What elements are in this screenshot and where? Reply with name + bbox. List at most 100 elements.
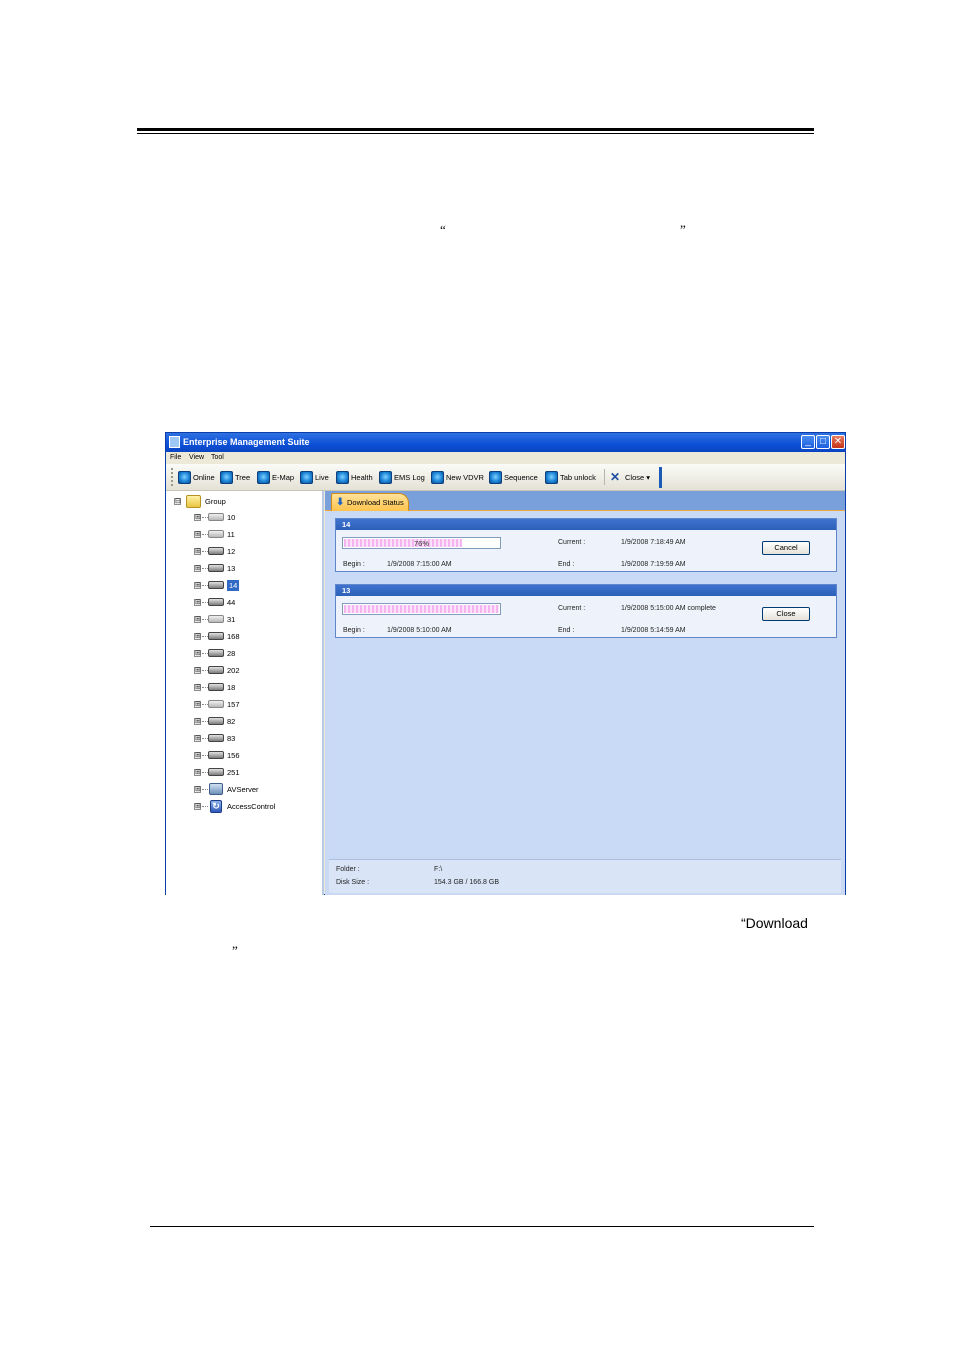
expand-icon[interactable]: ⊞ [194,513,201,521]
dvr-icon [208,615,224,623]
menu-bar: File View Tool [166,452,845,464]
tab-download-status[interactable]: ⬇ Download Status [331,493,409,511]
expand-icon[interactable]: ⊞ [194,785,201,793]
app-window: Enterprise Management Suite _ □ ✕ File V… [165,432,846,895]
tree-node-label: 202 [227,665,240,675]
maximize-button[interactable]: □ [816,435,830,449]
expand-icon[interactable]: ⊞ [194,751,201,759]
health-icon [336,470,349,484]
tree-node[interactable]: ⊞ 251 [194,765,240,779]
sequence-icon [489,470,502,484]
tree-node[interactable]: ⊞ 168 [194,629,240,643]
download-status-panel: 14 76% Begin : 1/9/2008 7:15:00 AM Curre… [329,513,841,857]
title-bar[interactable]: Enterprise Management Suite _ □ ✕ [166,433,845,452]
close-icon: ✕ [610,470,621,484]
close-window-button[interactable]: ✕ [831,435,845,449]
toolbar-emap-button[interactable]: E-Map [257,469,294,485]
current-value: 1/9/2008 7:18:49 AM [621,539,686,546]
dvr-icon [208,513,224,521]
tree-node[interactable]: ⊞ 13 [194,561,235,575]
toolbar-health-button[interactable]: Health [336,469,373,485]
toolbar-tree-label: Tree [235,472,251,482]
tree-node[interactable]: ⊞ 44 [194,595,235,609]
tree-node[interactable]: ⊞ AVServer [194,782,259,796]
toolbar-sequence-button[interactable]: Sequence [489,469,538,485]
tree-node-label: 18 [227,682,236,692]
progress-text: 76% [413,539,429,548]
tree-node[interactable]: ⊞ 82 [194,714,235,728]
tree-node[interactable]: ⊞ 28 [194,646,235,660]
tree-root-group[interactable]: ⊟ Group [174,495,226,508]
cancel-button[interactable]: Cancel [762,541,810,555]
footer-rule [150,1226,814,1227]
expand-icon[interactable]: ⊞ [194,615,201,623]
expand-icon[interactable]: ⊞ [194,564,201,572]
dvr-icon [208,547,224,555]
expand-icon[interactable]: ⊞ [194,598,201,606]
expand-icon[interactable]: ⊞ [194,683,201,691]
expand-icon[interactable]: ⊞ [194,581,201,589]
dvr-icon [208,632,224,640]
tree-node[interactable]: ⊞ 157 [194,697,240,711]
tree-node[interactable]: ⊞ 18 [194,680,235,694]
status-footer: Folder : F:\ Disk Size : 154.3 GB / 166.… [329,859,841,893]
folder-value: F:\ [434,866,443,873]
menu-tool[interactable]: Tool [211,454,224,461]
tree-node[interactable]: ⊞ 156 [194,748,240,762]
log-icon [379,470,392,484]
expand-icon[interactable]: ⊞ [194,666,201,674]
progress-bar [342,603,501,615]
expand-icon[interactable]: ⊞ [194,632,201,640]
minimize-button[interactable]: _ [801,435,815,449]
begin-value: 1/9/2008 5:10:00 AM [387,627,452,634]
tree-node-label: 168 [227,631,240,641]
expand-icon[interactable]: ⊞ [194,547,201,555]
expand-icon[interactable]: ⊞ [194,802,201,810]
end-label: End : [558,561,575,568]
current-label: Current : [558,539,586,546]
toolbar-grip[interactable] [171,468,174,486]
toolbar-newvdvr-button[interactable]: New VDVR [431,469,484,485]
expand-icon[interactable]: ⊞ [194,649,201,657]
tree-node[interactable]: ⊞ 12 [194,544,235,558]
expand-icon[interactable]: ⊞ [194,530,201,538]
dvr-icon [208,700,224,708]
expand-icon[interactable]: ⊞ [194,768,201,776]
window-title: Enterprise Management Suite [183,437,310,447]
tree-node[interactable]: ⊞ 83 [194,731,235,745]
collapse-icon[interactable]: ⊟ [174,498,181,505]
access-control-icon: ↻ [210,799,222,813]
tree-node[interactable]: ⊞ ↻ AccessControl [194,799,275,813]
folder-label: Folder : [336,866,360,873]
toolbar-emslog-label: EMS Log [394,472,425,482]
current-value: 1/9/2008 5:15:00 AM complete [621,605,716,612]
tree-node-selected[interactable]: ⊞ 14 [194,578,240,592]
tree-node[interactable]: ⊞ 11 [194,527,235,541]
close-job-button[interactable]: Close [762,607,810,621]
tree-node[interactable]: ⊞ 10 [194,510,235,524]
dvr-icon [208,734,224,742]
expand-icon[interactable]: ⊞ [194,717,201,725]
toolbar-live-button[interactable]: Live [300,469,329,485]
toolbar-tabunlock-button[interactable]: Tab unlock [545,469,596,485]
toolbar: Online Tree E-Map Live Health EMS Log Ne… [166,464,845,491]
toolbar-tree-button[interactable]: Tree [220,469,250,485]
main-pane: ⬇ Download Status 14 76% Begin : 1/9/200… [325,491,845,895]
menu-file[interactable]: File [170,454,181,461]
toolbar-online-button[interactable]: Online [178,469,215,485]
toolbar-online-label: Online [193,472,215,482]
expand-icon[interactable]: ⊞ [194,734,201,742]
av-server-icon [209,783,223,795]
toolbar-close-button[interactable]: ✕ Close ▾ [610,469,650,485]
header-rule-thin [137,133,814,134]
tree-node-label: 157 [227,699,240,709]
toolbar-end-handle [659,467,662,488]
end-label: End : [558,627,575,634]
menu-view[interactable]: View [189,454,204,461]
tree-node[interactable]: ⊞ 31 [194,612,235,626]
toolbar-emslog-button[interactable]: EMS Log [379,469,425,485]
expand-icon[interactable]: ⊞ [194,700,201,708]
caption-close-quote: ” [232,943,238,958]
tree-node[interactable]: ⊞ 202 [194,663,240,677]
dvr-icon [208,649,224,657]
